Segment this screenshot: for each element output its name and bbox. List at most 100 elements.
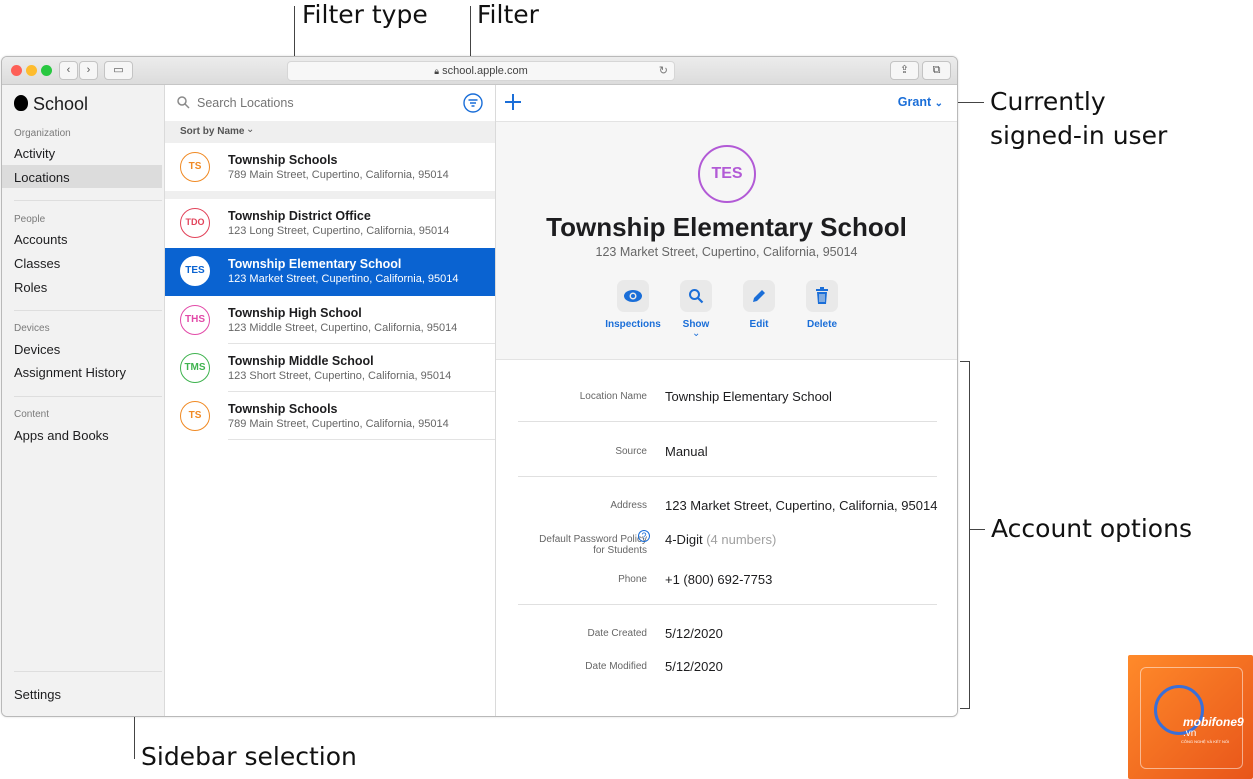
minimize-window-button[interactable] bbox=[26, 65, 37, 76]
location-avatar: TMS bbox=[180, 353, 210, 383]
sort-bar[interactable]: Sort by Name ⌄ bbox=[165, 121, 495, 143]
inspections-button[interactable] bbox=[617, 280, 649, 312]
location-address: 123 Market Street, Cupertino, California… bbox=[228, 273, 459, 285]
badge-brand: mobifone9 bbox=[1183, 715, 1244, 729]
field-divider bbox=[518, 421, 937, 422]
password-policy-hint: (4 numbers) bbox=[706, 532, 777, 547]
sidebar-item-classes[interactable]: Classes bbox=[14, 256, 60, 271]
address-label: Address bbox=[610, 500, 647, 511]
date-created-value: 5/12/2020 bbox=[665, 626, 723, 641]
callout-signed-in-1: Currently bbox=[990, 87, 1106, 116]
share-icon[interactable]: ⇪ bbox=[890, 61, 919, 80]
section-devices: Devices bbox=[14, 323, 50, 334]
sidebar-item-assignment-history[interactable]: Assignment History bbox=[14, 365, 126, 380]
callout-filter-type: Filter type bbox=[302, 0, 428, 29]
row-divider bbox=[228, 343, 495, 344]
sort-label: Sort by Name bbox=[180, 126, 245, 137]
url-text: school.apple.com bbox=[442, 65, 528, 77]
callout-bracket-tick bbox=[969, 529, 985, 530]
list-item[interactable]: TS Township Schools 789 Main Street, Cup… bbox=[165, 393, 495, 440]
location-name: Township Elementary School bbox=[228, 257, 402, 271]
tabs-overview-icon[interactable]: ⧉ bbox=[922, 61, 951, 80]
row-divider bbox=[228, 391, 495, 392]
lock-icon: 🔒︎ bbox=[434, 66, 440, 76]
list-item[interactable]: TS Township Schools 789 Main Street, Cup… bbox=[165, 144, 495, 191]
sidebar-divider bbox=[14, 200, 162, 201]
field-divider bbox=[518, 604, 937, 605]
location-list: Sort by Name ⌄ TS Township Schools 789 M… bbox=[165, 85, 496, 716]
eye-icon bbox=[624, 290, 642, 302]
location-name: Township District Office bbox=[228, 209, 371, 223]
sidebar-divider bbox=[14, 671, 162, 672]
zoom-window-button[interactable] bbox=[41, 65, 52, 76]
address-bar[interactable]: 🔒︎ school.apple.com ↻ bbox=[287, 61, 675, 81]
callout-filter: Filter bbox=[477, 0, 539, 29]
sidebar-item-settings[interactable]: Settings bbox=[14, 687, 61, 702]
filter-icon[interactable] bbox=[463, 93, 483, 113]
close-window-button[interactable] bbox=[11, 65, 22, 76]
date-modified-label: Date Modified bbox=[585, 661, 647, 672]
callout-bracket-v bbox=[969, 361, 970, 708]
search-input[interactable] bbox=[195, 93, 429, 113]
sidebar-divider bbox=[14, 310, 162, 311]
source-value: Manual bbox=[665, 444, 708, 459]
edit-button[interactable] bbox=[743, 280, 775, 312]
location-address: 789 Main Street, Cupertino, California, … bbox=[228, 169, 449, 181]
date-modified-value: 5/12/2020 bbox=[665, 659, 723, 674]
location-subtitle: 123 Market Street, Cupertino, California… bbox=[595, 245, 858, 259]
callout-account-options: Account options bbox=[991, 514, 1192, 543]
detail-header: TES Township Elementary School 123 Marke… bbox=[496, 121, 957, 360]
location-name-value: Township Elementary School bbox=[665, 389, 832, 404]
sidebar-item-apps-and-books[interactable]: Apps and Books bbox=[14, 428, 109, 443]
sidebar-item-devices[interactable]: Devices bbox=[14, 342, 60, 357]
sidebar-toggle-icon[interactable]: ▭ bbox=[104, 61, 133, 80]
callout-signed-in-2: signed-in user bbox=[990, 121, 1168, 150]
pencil-icon bbox=[753, 290, 765, 302]
location-address: 123 Middle Street, Cupertino, California… bbox=[228, 322, 458, 334]
location-avatar: TES bbox=[180, 256, 210, 286]
forward-icon[interactable]: › bbox=[79, 61, 98, 80]
chevron-down-icon: ⌄ bbox=[692, 328, 701, 339]
list-group-separator bbox=[165, 191, 495, 199]
help-icon[interactable]: ? bbox=[638, 530, 650, 542]
reload-icon[interactable]: ↻ bbox=[659, 62, 668, 80]
magnifier-icon bbox=[689, 289, 704, 304]
source-label: Source bbox=[615, 446, 647, 457]
location-name: Township High School bbox=[228, 306, 362, 320]
list-item-selected[interactable]: TES Township Elementary School 123 Marke… bbox=[165, 248, 495, 296]
sidebar-item-roles[interactable]: Roles bbox=[14, 280, 47, 295]
password-policy-label-line1: Default Password Policy bbox=[539, 534, 647, 545]
location-address: 123 Short Street, Cupertino, California,… bbox=[228, 370, 452, 382]
section-content: Content bbox=[14, 409, 50, 420]
show-button[interactable] bbox=[680, 280, 712, 312]
badge-tagline: CÔNG NGHỆ VÀ KẾT NỐI bbox=[1181, 739, 1230, 744]
location-address: 123 Long Street, Cupertino, California, … bbox=[228, 225, 450, 237]
user-menu[interactable]: Grant ⌄ bbox=[898, 95, 943, 109]
list-item[interactable]: TMS Township Middle School 123 Short Str… bbox=[165, 345, 495, 392]
password-policy-text: 4-Digit bbox=[665, 532, 703, 547]
sidebar-item-activity[interactable]: Activity bbox=[14, 146, 55, 161]
sidebar-item-accounts[interactable]: Accounts bbox=[14, 232, 67, 247]
watermark-badge: mobifone9 .vn CÔNG NGHỆ VÀ KẾT NỐI bbox=[1128, 655, 1253, 779]
password-policy-label: Default Password Policy for Students bbox=[539, 534, 647, 556]
search-icon bbox=[177, 96, 190, 109]
sidebar-item-locations[interactable]: Locations bbox=[14, 170, 70, 185]
password-policy-label-line2: for Students bbox=[593, 545, 647, 556]
list-item[interactable]: THS Township High School 123 Middle Stre… bbox=[165, 297, 495, 344]
user-name: Grant bbox=[897, 95, 932, 109]
phone-label: Phone bbox=[618, 574, 647, 585]
back-icon[interactable]: ‹ bbox=[59, 61, 78, 80]
delete-label: Delete bbox=[806, 319, 837, 330]
chevron-down-icon: ⌄ bbox=[934, 98, 943, 109]
location-name: Township Middle School bbox=[228, 354, 374, 368]
section-organization: Organization bbox=[14, 128, 71, 139]
delete-button[interactable] bbox=[806, 280, 838, 312]
callout-sidebar-selection: Sidebar selection bbox=[141, 742, 357, 771]
add-icon[interactable] bbox=[504, 93, 522, 111]
badge-domain: .vn bbox=[1183, 728, 1197, 739]
location-avatar-large: TES bbox=[698, 145, 756, 203]
row-divider bbox=[228, 439, 495, 440]
list-item[interactable]: TDO Township District Office 123 Long St… bbox=[165, 200, 495, 247]
location-name: Township Schools bbox=[228, 153, 338, 167]
section-people: People bbox=[14, 214, 46, 225]
